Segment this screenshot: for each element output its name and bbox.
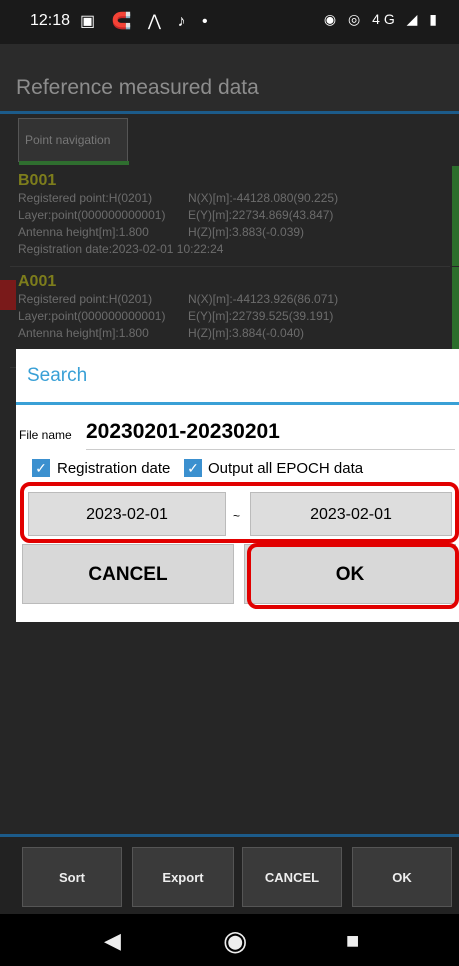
sort-button[interactable]: Sort: [22, 847, 122, 907]
output-epoch-checkbox[interactable]: ✓: [184, 459, 202, 477]
dialog-title: Search: [27, 365, 88, 386]
cancel-button[interactable]: CANCEL: [242, 847, 342, 907]
point-name: A001: [18, 273, 57, 290]
registration-date-label: Registration date: [57, 460, 171, 477]
registration-date-checkbox[interactable]: ✓: [32, 459, 50, 477]
navigation-bar: ◀ ◉ ■: [0, 914, 459, 966]
notification-icons: ▣ 🧲 ⋀ ♪ •: [80, 13, 214, 30]
checkmark-icon: ✓: [35, 460, 47, 476]
file-name-underline: [86, 449, 455, 450]
record-list[interactable]: B001 Registered point:H(0201) N(X)[m]:-44…: [10, 166, 459, 368]
coord-e: E(Y)[m]:22739.525(39.191): [188, 309, 334, 323]
tab-point-navigation[interactable]: Point navigation: [18, 118, 129, 165]
back-icon[interactable]: ◀: [104, 928, 121, 954]
selection-bar: [452, 166, 459, 266]
antenna-height: Antenna height[m]:1.800: [18, 225, 149, 239]
bottom-toolbar: Sort Export CANCEL OK: [0, 834, 459, 917]
coord-h: H(Z)[m]:3.883(-0.039): [188, 225, 305, 239]
dialog-cancel-button[interactable]: CANCEL: [22, 544, 234, 604]
page-title: Reference measured data: [16, 76, 259, 99]
export-button[interactable]: Export: [132, 847, 234, 907]
tab-label: Point navigation: [25, 133, 111, 147]
file-name-label: File name: [19, 428, 72, 442]
coord-h: H(Z)[m]:3.884(-0.040): [188, 326, 305, 340]
ok-button[interactable]: OK: [352, 847, 452, 907]
system-status-icons: ◉ ◎ 4G ◢ ▮: [323, 11, 441, 27]
status-bar: 12:18 ▣ 🧲 ⋀ ♪ • ◉ ◎ 4G ◢ ▮: [0, 0, 459, 44]
antenna-height: Antenna height[m]:1.800: [18, 326, 149, 340]
registered-point: Registered point:H(0201): [18, 292, 153, 306]
point-name: B001: [18, 172, 57, 189]
coord-e: E(Y)[m]:22734.869(43.847): [188, 208, 334, 222]
output-epoch-label: Output all EPOCH data: [208, 460, 364, 477]
ok-button-highlight: [247, 543, 459, 609]
tab-indicator: [19, 161, 129, 165]
dialog-divider: [16, 402, 459, 405]
recents-icon[interactable]: ■: [346, 928, 359, 954]
home-icon[interactable]: ◉: [223, 924, 247, 957]
coord-n: N(X)[m]:-44128.080(90.225): [188, 191, 339, 205]
date-range-highlight: [20, 482, 459, 543]
checkmark-icon: ✓: [187, 460, 199, 476]
title-bar: Reference measured data: [0, 44, 459, 114]
layer: Layer:point(000000000001): [18, 208, 166, 222]
status-time: 12:18: [30, 12, 71, 29]
file-name-field[interactable]: 20230201-20230201: [86, 420, 280, 444]
registration-date: Registration date:2023-02-01 10:22:24: [18, 242, 224, 256]
title-divider: [0, 111, 459, 114]
list-item[interactable]: B001 Registered point:H(0201) N(X)[m]:-44…: [10, 166, 459, 267]
registered-point: Registered point:H(0201): [18, 191, 153, 205]
coord-n: N(X)[m]:-44123.926(86.071): [188, 292, 339, 306]
layer: Layer:point(000000000001): [18, 309, 166, 323]
